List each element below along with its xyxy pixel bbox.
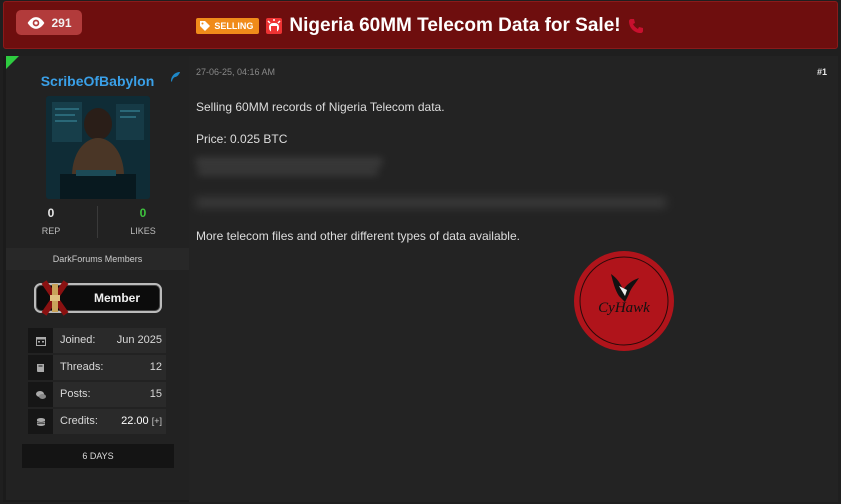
membership-days: 6 DAYS [22, 444, 174, 468]
info-row-joined: Joined: Jun 2025 [28, 328, 166, 355]
book-icon [36, 363, 44, 372]
info-key: Posts: [60, 388, 91, 400]
calendar-icon [35, 336, 46, 346]
avatar[interactable] [46, 96, 150, 199]
thread-title: Nigeria 60MM Telecom Data for Sale! [289, 15, 621, 36]
phone-icon [628, 19, 643, 33]
tag-icon [200, 21, 211, 31]
user-stats: 0 REP 0 LIKES [6, 206, 189, 246]
post-content: 27-06-25, 04:16 AM #1 Selling 60MM recor… [189, 56, 838, 502]
watermark-text: CyHawk [598, 300, 650, 316]
thread-header: 291 SELLING Nigeria 60MM Telecom Data fo… [3, 1, 838, 49]
selling-tag[interactable]: SELLING [196, 18, 260, 34]
user-group: DarkForums Members [6, 248, 189, 270]
online-indicator [6, 56, 19, 69]
feather-icon [171, 72, 180, 82]
info-row-posts: Posts: 15 [28, 382, 166, 409]
post-price: Price: 0.025 BTC [196, 132, 288, 146]
thread-title-row: SELLING Nigeria 60MM Telecom Data for Sa… [4, 15, 837, 37]
comments-icon [35, 390, 46, 399]
post-line: Selling 60MM records of Nigeria Telecom … [196, 100, 445, 114]
badge-label: Member [94, 291, 141, 305]
siren-icon [266, 18, 283, 34]
username-link[interactable]: ScribeOfBabylon [6, 73, 189, 89]
post-container: ScribeOfBabylon 0 REP 0 LIKES DarkForums… [3, 56, 838, 502]
member-badge: Member [34, 280, 162, 316]
credits-value-wrap: 22.00 [+] [121, 409, 162, 434]
likes-label: LIKES [130, 226, 156, 236]
likes-stat[interactable]: 0 LIKES [98, 206, 188, 236]
credits-value: 22.00 [121, 415, 149, 427]
info-key: Joined: [60, 334, 96, 346]
cyhawk-watermark-logo: CyHawk [574, 251, 674, 351]
info-row-credits: Credits: 22.00 [+] [28, 409, 166, 436]
post-number-link[interactable]: #1 [817, 67, 827, 77]
rep-stat[interactable]: 0 REP [6, 206, 96, 236]
tag-label: SELLING [214, 21, 254, 31]
likes-value: 0 [139, 206, 147, 220]
info-key: Credits: [60, 415, 98, 427]
user-info-table: Joined: Jun 2025 Threads: 12 Posts: 15 Cred… [28, 328, 166, 436]
post-line: More telecom files and other different t… [196, 229, 520, 243]
info-value: Jun 2025 [116, 334, 162, 346]
rep-value: 0 [47, 206, 55, 220]
member-emblem-icon [41, 280, 69, 316]
info-key: Threads: [60, 361, 104, 373]
rep-label: REP [41, 226, 61, 236]
blurred-content [198, 168, 378, 175]
info-value: 15 [149, 388, 162, 400]
user-sidebar: ScribeOfBabylon 0 REP 0 LIKES DarkForums… [6, 56, 189, 500]
info-row-threads: Threads: 12 [28, 355, 166, 382]
coins-icon [36, 417, 45, 426]
info-value: 12 [149, 361, 162, 373]
blurred-content [196, 198, 666, 207]
post-date: 27-06-25, 04:16 AM [196, 67, 276, 77]
add-credits-link[interactable]: [+] [152, 416, 162, 426]
blurred-content [196, 158, 382, 166]
